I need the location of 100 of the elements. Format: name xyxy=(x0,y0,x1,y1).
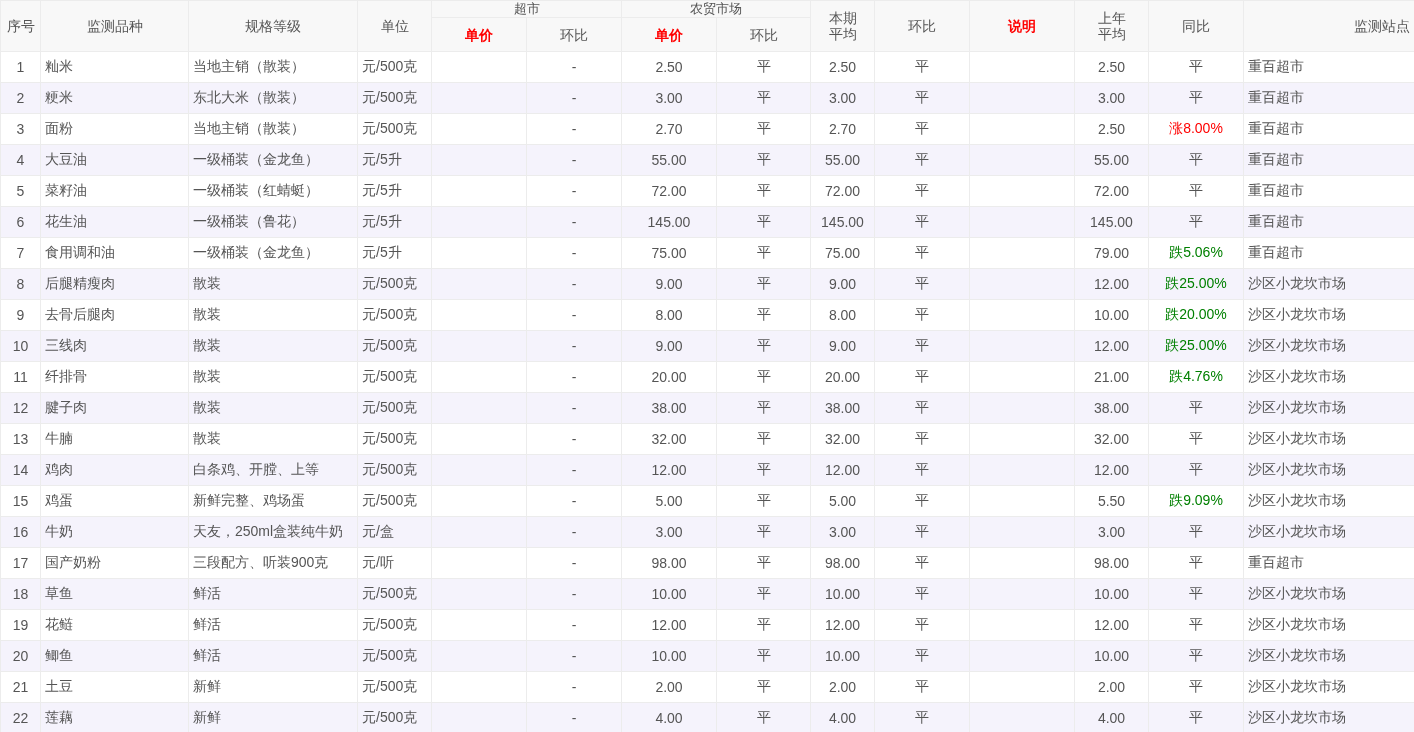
table-cell: 32.00 xyxy=(651,431,687,447)
table-cell: - xyxy=(571,679,577,695)
table-cell: 平 xyxy=(915,585,929,601)
table-cell: 平 xyxy=(1189,585,1203,601)
table-cell: 3.00 xyxy=(1097,524,1126,540)
table-cell: 元/5升 xyxy=(362,151,402,167)
table-cell: 2.00 xyxy=(1097,679,1126,695)
table-cell: 涨8.00% xyxy=(1169,120,1223,136)
table-cell: 散装 xyxy=(193,430,221,446)
table-cell: 平 xyxy=(756,647,771,663)
table-cell: - xyxy=(571,245,577,261)
table-cell: 一级桶装（金龙鱼） xyxy=(193,151,319,167)
table-cell: - xyxy=(571,648,577,664)
table-cell: 花鲢 xyxy=(45,616,73,632)
table-cell: 72.00 xyxy=(824,183,860,199)
table-cell: 平 xyxy=(756,213,771,229)
table-cell: 2.50 xyxy=(828,59,857,75)
table-cell: 平 xyxy=(1189,213,1203,229)
table-cell: 天友，250ml盒装纯牛奶 xyxy=(193,523,344,539)
table-cell: 牛腩 xyxy=(45,430,73,446)
table-cell: 元/500克 xyxy=(362,337,418,353)
table-cell: 菜籽油 xyxy=(45,182,87,198)
table-cell: 元/500克 xyxy=(362,399,418,415)
table-cell: - xyxy=(571,493,577,509)
table-cell: 平 xyxy=(756,306,771,322)
table-cell: 1 xyxy=(16,59,25,75)
table-cell: 平 xyxy=(915,213,929,229)
column-header: 规格等级 xyxy=(188,0,358,52)
table-cell: 沙区小龙坎市场 xyxy=(1248,616,1346,632)
table-cell: 平 xyxy=(756,616,771,632)
table-cell: 沙区小龙坎市场 xyxy=(1248,523,1346,539)
table-cell: 平 xyxy=(756,678,771,694)
table-cell: 平 xyxy=(756,554,771,570)
table-cell: 75.00 xyxy=(651,245,687,261)
table-cell: 元/500克 xyxy=(362,585,418,601)
table-cell: 平 xyxy=(1189,554,1203,570)
table-cell: 平 xyxy=(756,585,771,601)
table-cell: 散装 xyxy=(193,306,221,322)
table-cell: 8.00 xyxy=(655,307,683,323)
table-cell: 元/500克 xyxy=(362,306,418,322)
table-cell: 鸡蛋 xyxy=(45,492,73,508)
column-header: 环比 xyxy=(526,17,622,52)
table-cell: 沙区小龙坎市场 xyxy=(1248,678,1346,694)
table-cell: 平 xyxy=(915,58,929,74)
table-cell: 平 xyxy=(915,275,929,291)
table-cell: 15 xyxy=(12,493,29,509)
table-cell: 32.00 xyxy=(1093,431,1129,447)
table-cell: 平 xyxy=(1189,182,1203,198)
table-cell: 5.00 xyxy=(828,493,857,509)
table-cell: 沙区小龙坎市场 xyxy=(1248,647,1346,663)
table-cell: 平 xyxy=(1189,461,1203,477)
table-cell: 10.00 xyxy=(1093,307,1129,323)
table-cell: 4.00 xyxy=(828,710,857,726)
table-cell: 当地主销（散装） xyxy=(193,58,305,74)
column-header: 单价 xyxy=(431,17,527,52)
table-cell: 16 xyxy=(12,524,29,540)
table-cell: 12.00 xyxy=(824,462,860,478)
table-cell: 沙区小龙坎市场 xyxy=(1248,337,1346,353)
table-cell: 重百超市 xyxy=(1248,151,1304,167)
column-header: 环比 xyxy=(874,0,970,52)
table-cell: 平 xyxy=(915,523,929,539)
table-cell: 散装 xyxy=(193,275,221,291)
table-cell: 跌25.00% xyxy=(1165,337,1227,353)
table-cell: 10.00 xyxy=(1093,586,1129,602)
table-cell: 重百超市 xyxy=(1248,120,1304,136)
table-cell: 平 xyxy=(756,151,771,167)
table-cell: 平 xyxy=(1189,58,1203,74)
table-cell: 平 xyxy=(915,182,929,198)
table-cell: 元/盒 xyxy=(362,523,394,539)
table-cell: 20.00 xyxy=(824,369,860,385)
table-cell: 平 xyxy=(756,337,771,353)
table-cell: 跌9.09% xyxy=(1169,492,1223,508)
table-cell: 145.00 xyxy=(1090,214,1133,230)
table-cell: - xyxy=(571,524,577,540)
table-cell: 新鲜 xyxy=(193,678,221,694)
column-header: 监测站点 xyxy=(1243,0,1414,52)
table-cell: 元/5升 xyxy=(362,244,402,260)
table-cell: 平 xyxy=(915,461,929,477)
table-cell: 平 xyxy=(915,678,929,694)
table-cell: 2.70 xyxy=(655,121,683,137)
table-cell: 75.00 xyxy=(824,245,860,261)
table-cell: 后腿精瘦肉 xyxy=(45,275,115,291)
table-cell: 4.00 xyxy=(655,710,683,726)
table-cell: 元/500克 xyxy=(362,461,418,477)
table-cell: 平 xyxy=(1189,647,1203,663)
table-cell: 元/500克 xyxy=(362,616,418,632)
table-cell: 散装 xyxy=(193,399,221,415)
table-cell: 平 xyxy=(1189,430,1203,446)
table-cell: 平 xyxy=(1189,399,1203,415)
table-cell: 沙区小龙坎市场 xyxy=(1248,399,1346,415)
table-cell: 新鲜完整、鸡场蛋 xyxy=(193,492,305,508)
table-cell: 9.00 xyxy=(655,338,683,354)
table-cell: 38.00 xyxy=(651,400,687,416)
table-cell: 平 xyxy=(756,58,771,74)
column-header: 序号 xyxy=(0,0,41,52)
table-cell: 跌4.76% xyxy=(1169,368,1223,384)
table-cell: - xyxy=(571,152,577,168)
table-cell: 14 xyxy=(12,462,29,478)
table-cell: 莲藕 xyxy=(45,709,73,725)
table-cell: 元/500克 xyxy=(362,275,418,291)
